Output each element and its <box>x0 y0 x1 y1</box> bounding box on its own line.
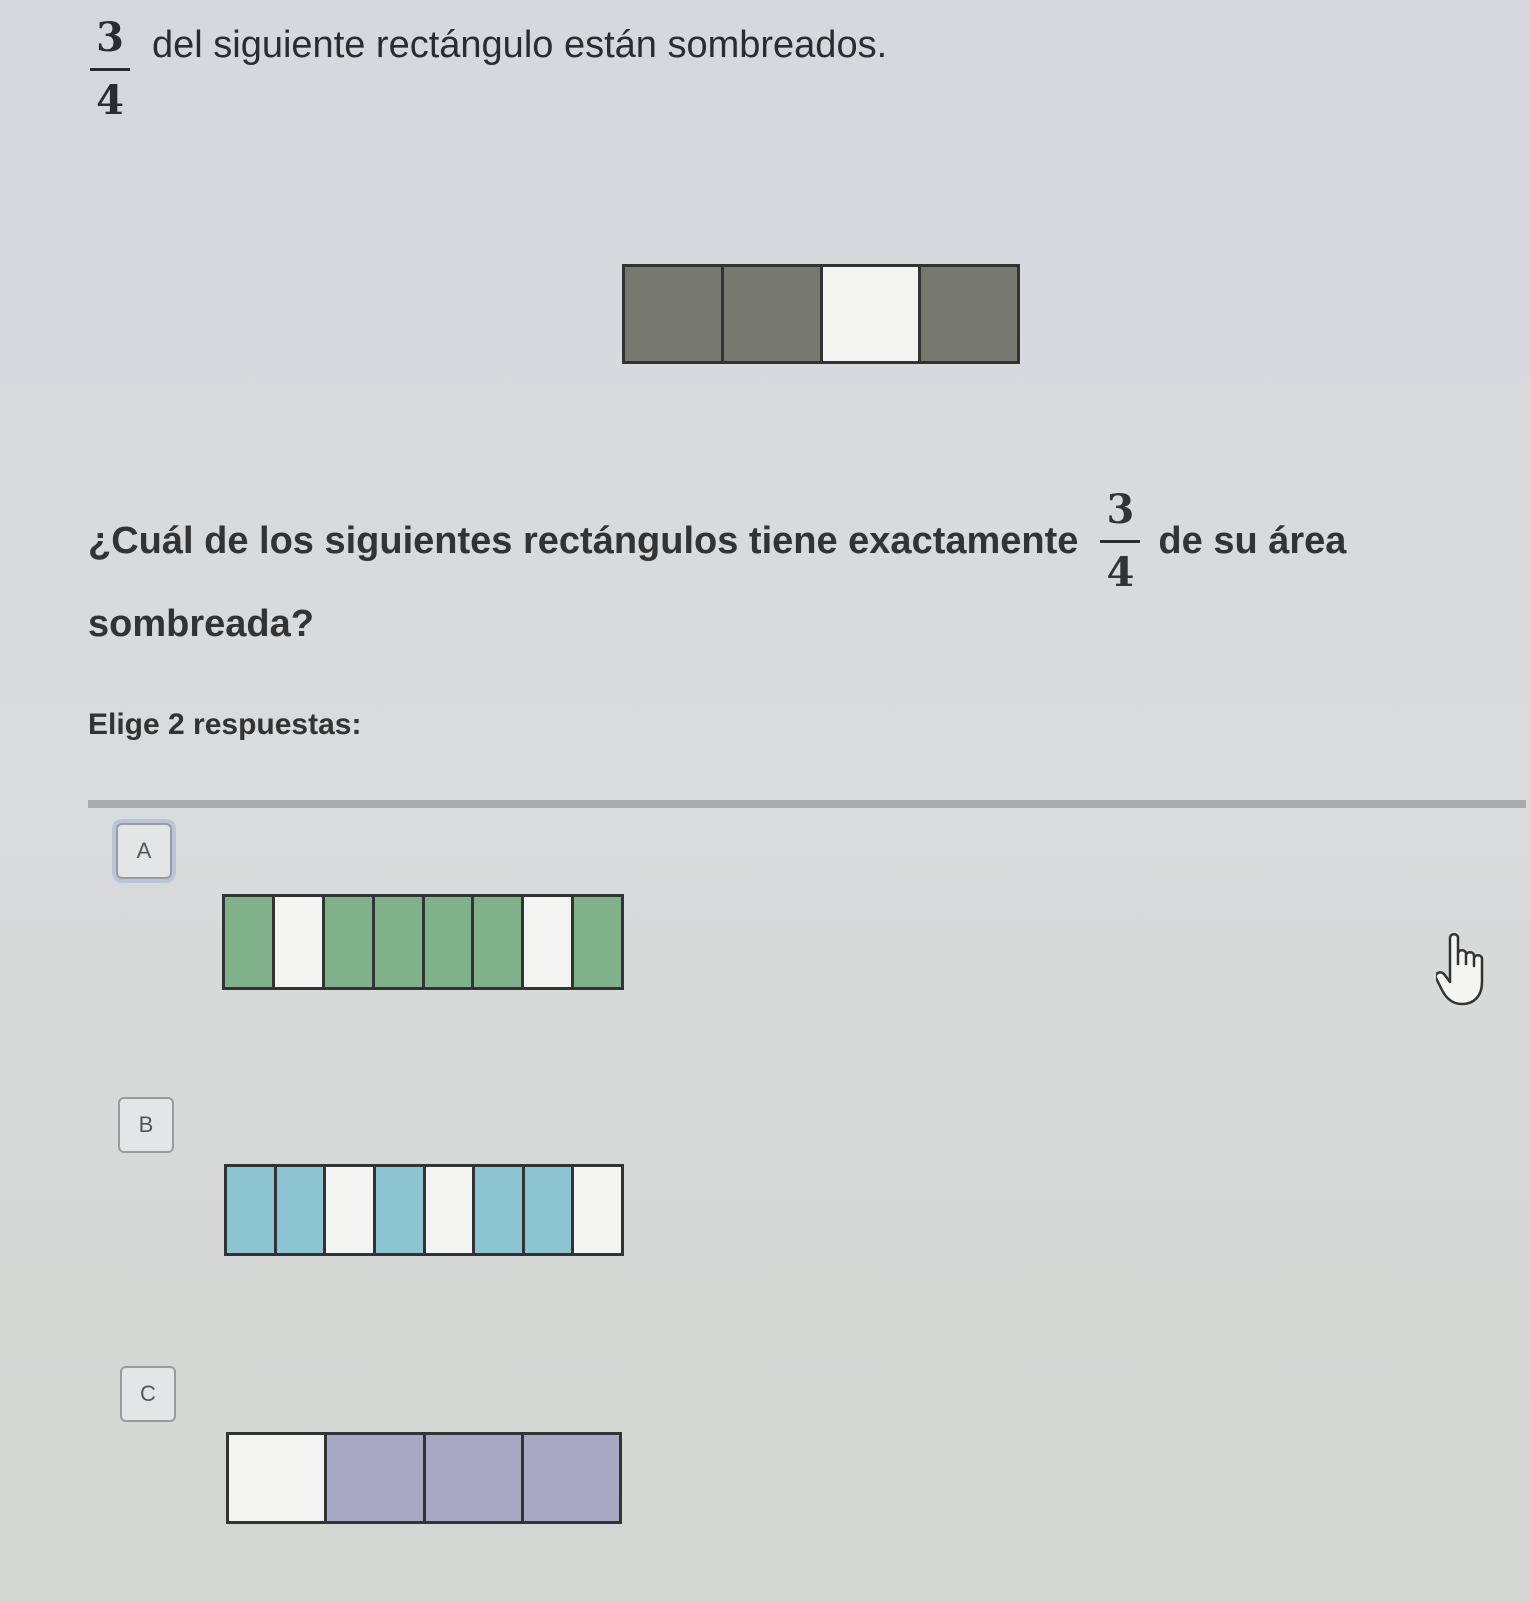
rectangle-cell-empty <box>274 897 325 987</box>
intro-text: del siguiente rectángulo están sombreado… <box>152 24 888 66</box>
rectangle-cell-shaded <box>723 267 823 361</box>
divider <box>88 800 1526 808</box>
rectangle-cell-shaded <box>921 267 1017 361</box>
choice-a-button[interactable]: A <box>116 823 172 879</box>
choice-b-button[interactable]: B <box>118 1097 174 1153</box>
rectangle-cell-shaded <box>524 1167 575 1253</box>
rectangle-cell-shaded <box>425 1435 524 1521</box>
rectangle-cell-shaded <box>276 1167 327 1253</box>
given-rectangle <box>622 264 1020 364</box>
rectangle-cell-shaded <box>227 1167 277 1253</box>
question-text-after: de su área <box>1158 520 1347 562</box>
rectangle-cell-shaded <box>474 897 525 987</box>
choice-c-rectangle[interactable] <box>226 1432 622 1524</box>
fraction-bar <box>1100 540 1141 543</box>
rectangle-cell-shaded <box>625 267 724 361</box>
rectangle-cell-shaded <box>327 1435 426 1521</box>
choice-c-button[interactable]: C <box>120 1366 176 1422</box>
rectangle-cell-shaded <box>374 897 425 987</box>
question-fraction: 3 4 <box>1100 486 1141 596</box>
rectangle-cell-empty <box>229 1435 328 1521</box>
question-denominator: 4 <box>1106 549 1135 596</box>
intro-statement: 3 4 del siguiente rectángulo están sombr… <box>90 18 887 121</box>
question-numerator: 3 <box>1106 486 1135 533</box>
rectangle-cell-empty <box>574 1167 621 1253</box>
rectangle-cell-shaded <box>574 897 621 987</box>
rectangle-cell-shaded <box>475 1167 525 1253</box>
rectangle-cell-empty <box>822 267 922 361</box>
rectangle-cell-empty <box>524 897 575 987</box>
instruction-text: Elige 2 respuestas: <box>88 708 362 741</box>
intro-numerator: 3 <box>96 14 124 61</box>
intro-fraction: 3 4 <box>90 18 130 121</box>
rectangle-cell-shaded <box>375 1167 426 1253</box>
intro-denominator: 4 <box>96 77 124 124</box>
rectangle-cell-shaded <box>324 897 375 987</box>
choice-b-rectangle[interactable] <box>224 1164 624 1256</box>
question-text-line2: sombreada? <box>88 603 314 645</box>
hand-pointer-icon <box>1436 933 1484 1006</box>
rectangle-cell-empty <box>326 1167 376 1253</box>
fraction-bar <box>90 68 130 71</box>
rectangle-cell-empty <box>425 1167 476 1253</box>
question-text: ¿Cuál de los siguientes rectángulos tien… <box>88 490 1488 646</box>
question-text-before: ¿Cuál de los siguientes rectángulos tien… <box>88 520 1079 562</box>
rectangle-cell-shaded <box>424 897 475 987</box>
choice-a-rectangle[interactable] <box>222 894 624 990</box>
rectangle-cell-shaded <box>225 897 275 987</box>
rectangle-cell-shaded <box>523 1435 619 1521</box>
